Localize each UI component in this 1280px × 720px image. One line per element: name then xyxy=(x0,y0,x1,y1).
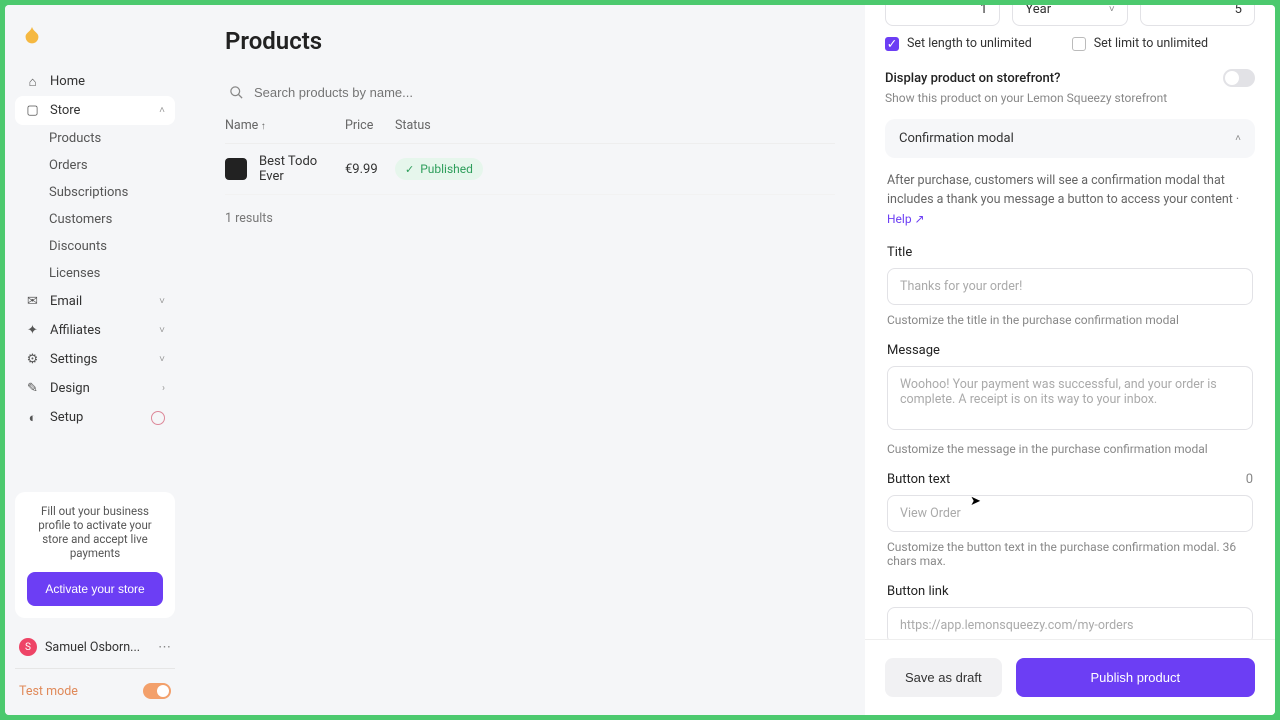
test-mode-toggle[interactable] xyxy=(143,683,171,699)
message-input[interactable] xyxy=(887,366,1253,430)
button-text-input[interactable] xyxy=(887,495,1253,532)
checkbox-checked-icon: ✓ xyxy=(885,37,899,51)
sidebar-sub-discounts[interactable]: Discounts xyxy=(49,233,175,260)
display-storefront-label: Display product on storefront? xyxy=(885,71,1223,86)
sidebar-item-settings[interactable]: ⚙ Settings ˅ xyxy=(15,345,175,374)
logo-icon xyxy=(21,25,43,47)
store-submenu: Products Orders Subscriptions Customers … xyxy=(15,125,175,287)
length-unit-select[interactable]: Year ˅ xyxy=(1012,5,1127,26)
sidebar-item-home[interactable]: ⌂ Home xyxy=(15,67,175,96)
search-input[interactable] xyxy=(254,85,831,100)
sidebar-sub-products[interactable]: Products xyxy=(49,125,175,152)
sidebar-sub-customers[interactable]: Customers xyxy=(49,206,175,233)
main-content: Products Name Price Status Best Todo Eve… xyxy=(185,5,865,715)
chevron-up-icon: ˄ xyxy=(159,105,165,116)
chevron-right-icon: › xyxy=(162,383,165,394)
sidebar-item-label: Home xyxy=(50,74,85,89)
confirmation-description: After purchase, customers will see a con… xyxy=(887,172,1253,229)
setup-badge-icon xyxy=(151,411,165,425)
section-title: Confirmation modal xyxy=(899,131,1014,146)
sidebar-item-label: Email xyxy=(50,294,82,309)
chevron-down-icon: ˅ xyxy=(159,325,165,336)
email-icon: ✉ xyxy=(25,294,40,309)
table-header: Name Price Status xyxy=(225,108,835,144)
sidebar-item-label: Setup xyxy=(50,410,83,425)
length-value-field[interactable]: 1 xyxy=(885,5,1000,26)
chevron-down-icon: ˅ xyxy=(1109,5,1115,15)
message-hint: Customize the message in the purchase co… xyxy=(887,442,1253,456)
display-storefront-toggle[interactable] xyxy=(1223,69,1255,87)
test-mode-row: Test mode xyxy=(15,679,175,703)
save-draft-button[interactable]: Save as draft xyxy=(885,658,1002,697)
sidebar-sub-licenses[interactable]: Licenses xyxy=(49,260,175,287)
select-value: Year xyxy=(1025,5,1051,17)
affiliates-icon: ✦ xyxy=(25,323,40,338)
sidebar-item-design[interactable]: ✎ Design › xyxy=(15,374,175,403)
nav: ⌂ Home ▢ Store ˄ Products Orders Subscri… xyxy=(15,67,175,480)
user-more-icon[interactable]: ⋯ xyxy=(158,640,171,655)
design-icon: ✎ xyxy=(25,381,40,396)
search-icon xyxy=(229,85,244,100)
title-hint: Customize the title in the purchase conf… xyxy=(887,313,1253,327)
length-unlimited-checkbox[interactable]: ✓ Set length to unlimited xyxy=(885,36,1032,51)
sidebar-sub-subscriptions[interactable]: Subscriptions xyxy=(49,179,175,206)
sidebar-item-email[interactable]: ✉ Email ˅ xyxy=(15,287,175,316)
title-input[interactable] xyxy=(887,268,1253,305)
table-row[interactable]: Best Todo Ever €9.99 Published xyxy=(225,144,835,195)
panel-footer: Save as draft Publish product xyxy=(865,639,1275,715)
search-bar[interactable] xyxy=(225,77,835,108)
button-text-count: 0 xyxy=(1246,472,1253,487)
button-text-label: Button text xyxy=(887,472,950,487)
promo-text: Fill out your business profile to activa… xyxy=(27,504,163,560)
publish-product-button[interactable]: Publish product xyxy=(1016,658,1255,697)
edit-panel: 1 Year ˅ 5 ✓ Set length to unlimited Set… xyxy=(865,5,1275,715)
checkbox-label: Set limit to unlimited xyxy=(1094,36,1208,51)
test-mode-label: Test mode xyxy=(19,684,143,699)
avatar: S xyxy=(19,638,37,656)
activate-store-button[interactable]: Activate your store xyxy=(27,572,163,606)
message-label: Message xyxy=(887,343,1253,358)
promo-card: Fill out your business profile to activa… xyxy=(15,492,175,618)
chevron-down-icon: ˅ xyxy=(159,354,165,365)
limit-value-field[interactable]: 5 xyxy=(1140,5,1255,26)
col-status[interactable]: Status xyxy=(395,118,495,133)
sidebar-item-store[interactable]: ▢ Store ˄ xyxy=(15,96,175,125)
col-name[interactable]: Name xyxy=(225,118,345,133)
sidebar: ⌂ Home ▢ Store ˄ Products Orders Subscri… xyxy=(5,5,185,715)
checkbox-label: Set length to unlimited xyxy=(907,36,1032,51)
product-thumb xyxy=(225,158,247,180)
sidebar-item-label: Affiliates xyxy=(50,323,101,338)
sidebar-item-label: Store xyxy=(50,103,80,118)
store-icon: ▢ xyxy=(25,103,40,118)
setup-icon: ◐ xyxy=(25,410,40,425)
help-link[interactable]: Help ↗ xyxy=(887,212,925,226)
page-title: Products xyxy=(225,27,835,55)
sidebar-item-setup[interactable]: ◐ Setup xyxy=(15,403,175,432)
settings-icon: ⚙ xyxy=(25,352,40,367)
results-count: 1 results xyxy=(225,195,835,242)
chevron-up-icon: ˄ xyxy=(1235,133,1241,144)
button-link-label: Button link xyxy=(887,584,1253,599)
chevron-down-icon: ˅ xyxy=(159,296,165,307)
checkbox-icon xyxy=(1072,37,1086,51)
title-label: Title xyxy=(887,245,1253,260)
user-name: Samuel Osborn... xyxy=(45,640,150,655)
display-storefront-hint: Show this product on your Lemon Squeezy … xyxy=(885,91,1255,105)
button-text-hint: Customize the button text in the purchas… xyxy=(887,540,1253,568)
sidebar-item-label: Settings xyxy=(50,352,97,367)
sidebar-item-affiliates[interactable]: ✦ Affiliates ˅ xyxy=(15,316,175,345)
status-badge: Published xyxy=(395,158,483,180)
col-price[interactable]: Price xyxy=(345,118,395,133)
confirmation-modal-section[interactable]: Confirmation modal ˄ xyxy=(885,119,1255,158)
sidebar-item-label: Design xyxy=(50,381,90,396)
home-icon: ⌂ xyxy=(25,74,40,89)
limit-unlimited-checkbox[interactable]: Set limit to unlimited xyxy=(1072,36,1208,51)
product-name: Best Todo Ever xyxy=(259,154,345,184)
user-row[interactable]: S Samuel Osborn... ⋯ xyxy=(15,630,175,669)
sidebar-sub-orders[interactable]: Orders xyxy=(49,152,175,179)
product-price: €9.99 xyxy=(345,162,395,177)
button-link-input[interactable] xyxy=(887,607,1253,639)
license-limits-row: 1 Year ˅ 5 xyxy=(885,5,1255,26)
